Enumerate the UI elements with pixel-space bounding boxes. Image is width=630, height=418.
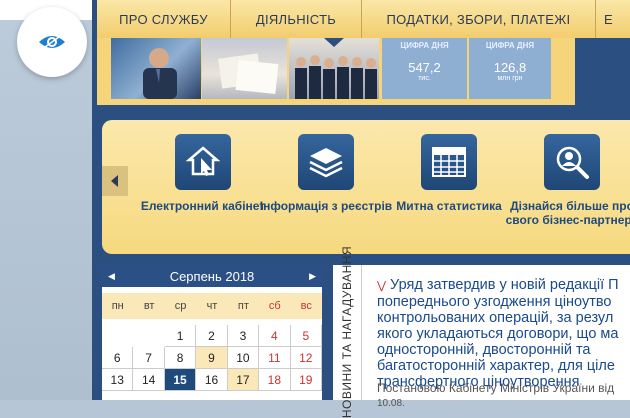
figure-value: 126,8 xyxy=(493,60,527,75)
search-person-icon xyxy=(544,134,600,190)
nav-item-activity[interactable]: ДІЯЛЬНІСТЬ xyxy=(231,0,362,38)
house-cursor-icon xyxy=(175,134,231,190)
calendar-day[interactable]: 10 xyxy=(227,347,260,369)
calendar-day[interactable]: 11 xyxy=(259,347,291,369)
banner-frame-right xyxy=(575,38,630,105)
figure-label: ЦИФРА ДНЯ xyxy=(400,41,449,50)
calendar-empty-cell xyxy=(133,325,164,347)
eye-icon xyxy=(39,33,65,51)
chevron-left-icon xyxy=(111,175,118,187)
banner-figure-of-day-1[interactable]: ЦИФРА ДНЯ 547,2 тис. xyxy=(382,38,467,99)
top-navigation: ПРО СЛУЖБУ ДІЯЛЬНІСТЬ ПОДАТКИ, ЗБОРИ, ПЛ… xyxy=(97,0,630,39)
calendar-day[interactable]: 3 xyxy=(227,325,260,347)
layers-icon xyxy=(298,134,354,190)
calendar-weekday-row: пн вт ср чт пт сб вс xyxy=(102,293,322,319)
weekday-label: сб xyxy=(268,300,281,312)
calendar-widget: ◀ Серпень 2018 ▶ пн вт ср чт пт сб вс 12345678… xyxy=(102,265,322,400)
calendar-day[interactable]: 18 xyxy=(259,369,291,391)
table-icon xyxy=(421,134,477,190)
calendar-day[interactable]: 5 xyxy=(290,325,322,347)
banner-strip: ЦИФРА ДНЯ 547,2 тис. ЦИФРА ДНЯ 126,8 млн… xyxy=(97,38,630,105)
calendar-day[interactable]: 12 xyxy=(290,347,322,369)
news-vertical-tab[interactable]: НОВИНИ ТА НАГАДУВАННЯ xyxy=(333,246,362,418)
calendar-day[interactable]: 15 xyxy=(164,369,197,391)
site-logo[interactable] xyxy=(17,7,87,77)
banner-photo-official[interactable] xyxy=(111,38,201,99)
calendar-day[interactable]: 19 xyxy=(290,369,322,391)
service-electronic-cabinet[interactable]: Електронний кабінет xyxy=(133,134,273,213)
chevron-left-icon[interactable]: ◀ xyxy=(108,271,115,282)
calendar-day[interactable]: 9 xyxy=(196,347,228,369)
calendar-day[interactable]: 4 xyxy=(259,325,291,347)
service-label: Інформація з реєстрів xyxy=(259,199,393,213)
weekday-label: пн xyxy=(111,300,124,312)
banner-photo-group[interactable] xyxy=(289,38,379,99)
nav-item-about[interactable]: ПРО СЛУЖБУ xyxy=(97,0,231,38)
chevron-right-icon[interactable]: ▶ xyxy=(309,271,316,282)
figure-unit: млн грн xyxy=(497,75,523,82)
figure-label: ЦИФРА ДНЯ xyxy=(485,41,535,50)
nav-item-e[interactable]: Е xyxy=(596,0,630,38)
calendar-header: ◀ Серпень 2018 ▶ xyxy=(102,265,322,287)
service-registry-info[interactable]: Інформація з реєстрів xyxy=(256,134,396,213)
banner-photo-documents[interactable] xyxy=(202,38,287,99)
figure-value: 547,2 xyxy=(408,60,441,75)
calendar-day[interactable]: 7 xyxy=(133,347,165,369)
calendar-day[interactable]: 16 xyxy=(196,369,228,391)
calendar-day[interactable]: 6 xyxy=(102,347,134,369)
calendar-month-title: Серпень 2018 xyxy=(169,268,255,284)
calendar-day[interactable]: 1 xyxy=(164,325,197,347)
news-summary: Постановою Кабінету Міністрів України ві… xyxy=(377,381,630,409)
calendar-days-grid: 1 2 3 4 5 6 7 8 9 10 11 12 13 14 15 16 17 18 19 xyxy=(102,325,322,391)
news-summary-text: Постановою Кабінету Міністрів України ві… xyxy=(377,381,615,395)
carousel-prev-button[interactable] xyxy=(102,166,128,196)
news-panel: НОВИНИ ТА НАГАДУВАННЯ ⋁ Уряд затвердив у … xyxy=(333,246,630,418)
calendar-day[interactable]: 14 xyxy=(133,369,165,391)
banner-figure-of-day-2[interactable]: ЦИФРА ДНЯ 126,8 млн грн xyxy=(469,38,551,99)
weekday-label: ср xyxy=(174,300,187,312)
calendar-day[interactable]: 2 xyxy=(196,325,228,347)
weekday-label: вт xyxy=(143,300,155,312)
news-headline-text: Уряд затвердив у новій редакції П попере… xyxy=(377,277,619,390)
calendar-empty-cell xyxy=(102,325,133,347)
nav-item-taxes[interactable]: ПОДАТКИ, ЗБОРИ, ПЛАТЕЖІ xyxy=(362,0,596,38)
calendar-day[interactable]: 8 xyxy=(164,347,197,369)
weekday-label: чт xyxy=(206,300,218,312)
calendar-day[interactable]: 17 xyxy=(227,369,260,391)
service-business-partner[interactable]: Дізнайся більше про свого бізнес-партнер… xyxy=(502,134,630,227)
service-label: Митна статистика xyxy=(396,199,502,213)
figure-unit: тис. xyxy=(418,75,431,82)
weekday-label: вс xyxy=(300,300,312,312)
service-label: Дізнайся більше про свого бізнес-партнер… xyxy=(505,199,630,227)
chevron-down-icon: ⋁ xyxy=(377,280,387,292)
calendar-day[interactable]: 13 xyxy=(102,369,134,391)
weekday-label: пт xyxy=(237,300,249,312)
news-tab-label: НОВИНИ ТА НАГАДУВАННЯ xyxy=(340,245,354,418)
service-label: Електронний кабінет xyxy=(140,199,266,213)
news-headline[interactable]: ⋁ Уряд затвердив у новій редакції П попер… xyxy=(377,277,630,390)
service-customs-statistics[interactable]: Митна статистика xyxy=(379,134,519,213)
